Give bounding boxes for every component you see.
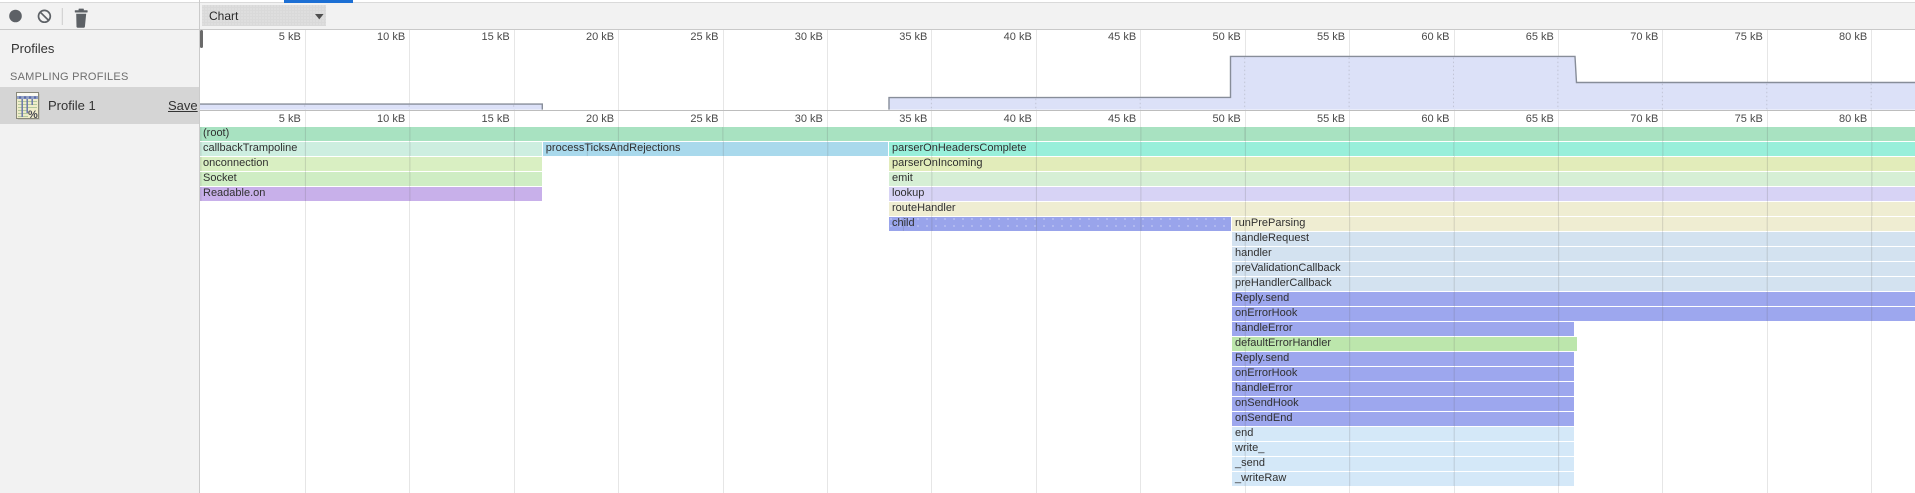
svg-text:%: % (28, 109, 38, 121)
